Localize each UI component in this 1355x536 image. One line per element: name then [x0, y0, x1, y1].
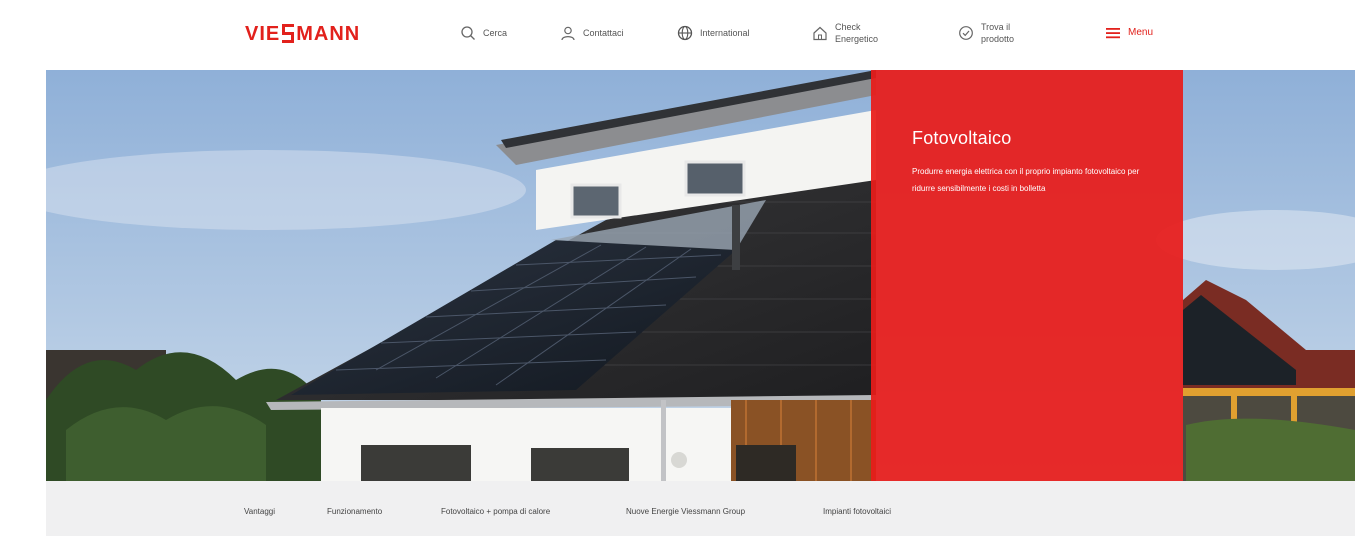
- subnav-funzionamento[interactable]: Funzionamento: [327, 507, 382, 516]
- nav-international[interactable]: International: [677, 16, 750, 50]
- check-circle-icon: [959, 26, 973, 40]
- hero-title: Fotovoltaico: [912, 128, 1012, 148]
- user-icon: [561, 26, 575, 41]
- nav-check-energetico-label: Check Energetico: [835, 22, 879, 44]
- nav-trova-prodotto-label: Trova il prodotto: [981, 22, 1015, 44]
- hero-description: Produrre energia elettrica con il propri…: [912, 167, 1140, 193]
- nav-contacts[interactable]: Contattaci: [560, 16, 624, 50]
- subnav-fotovoltaico-pompa[interactable]: Fotovoltaico + pompa di calore: [441, 507, 550, 516]
- nav-search[interactable]: Cerca: [460, 16, 507, 50]
- left-margin: [0, 481, 46, 536]
- globe-icon: [677, 25, 693, 41]
- hamburger-icon: [1106, 28, 1120, 39]
- viessmann-logo[interactable]: VIE MANN: [245, 20, 360, 48]
- hero-banner: Fotovoltaico Produrre energia elettrica …: [46, 70, 1355, 481]
- logo-text-left: VIE: [245, 22, 281, 45]
- nav-menu[interactable]: Menu: [1105, 16, 1153, 50]
- nav-contacts-label: Contattaci: [583, 28, 624, 38]
- subnav-vantaggi[interactable]: Vantaggi: [244, 507, 275, 516]
- logo-text-right: MANN: [296, 22, 361, 45]
- nav-trova-prodotto[interactable]: Trova il prodotto: [958, 16, 1014, 50]
- nav-international-label: International: [700, 28, 750, 38]
- subnav-impianti[interactable]: Impianti fotovoltaici: [823, 507, 891, 516]
- nav-search-label: Cerca: [483, 28, 508, 38]
- search-icon: [461, 26, 475, 40]
- subnav-nuove-energie[interactable]: Nuove Energie Viessmann Group: [626, 507, 745, 516]
- logo-s-mark-icon: [281, 22, 295, 46]
- hero-text-panel: Fotovoltaico Produrre energia elettrica …: [871, 70, 1183, 481]
- site-header: VIE MANN Cerca Contattaci International …: [0, 0, 1355, 70]
- nav-check-energetico[interactable]: Check Energetico: [812, 16, 878, 50]
- house-icon: [813, 26, 827, 41]
- section-subnav: Vantaggi Funzionamento Fotovoltaico + po…: [46, 481, 1355, 536]
- nav-menu-label: Menu: [1128, 27, 1154, 38]
